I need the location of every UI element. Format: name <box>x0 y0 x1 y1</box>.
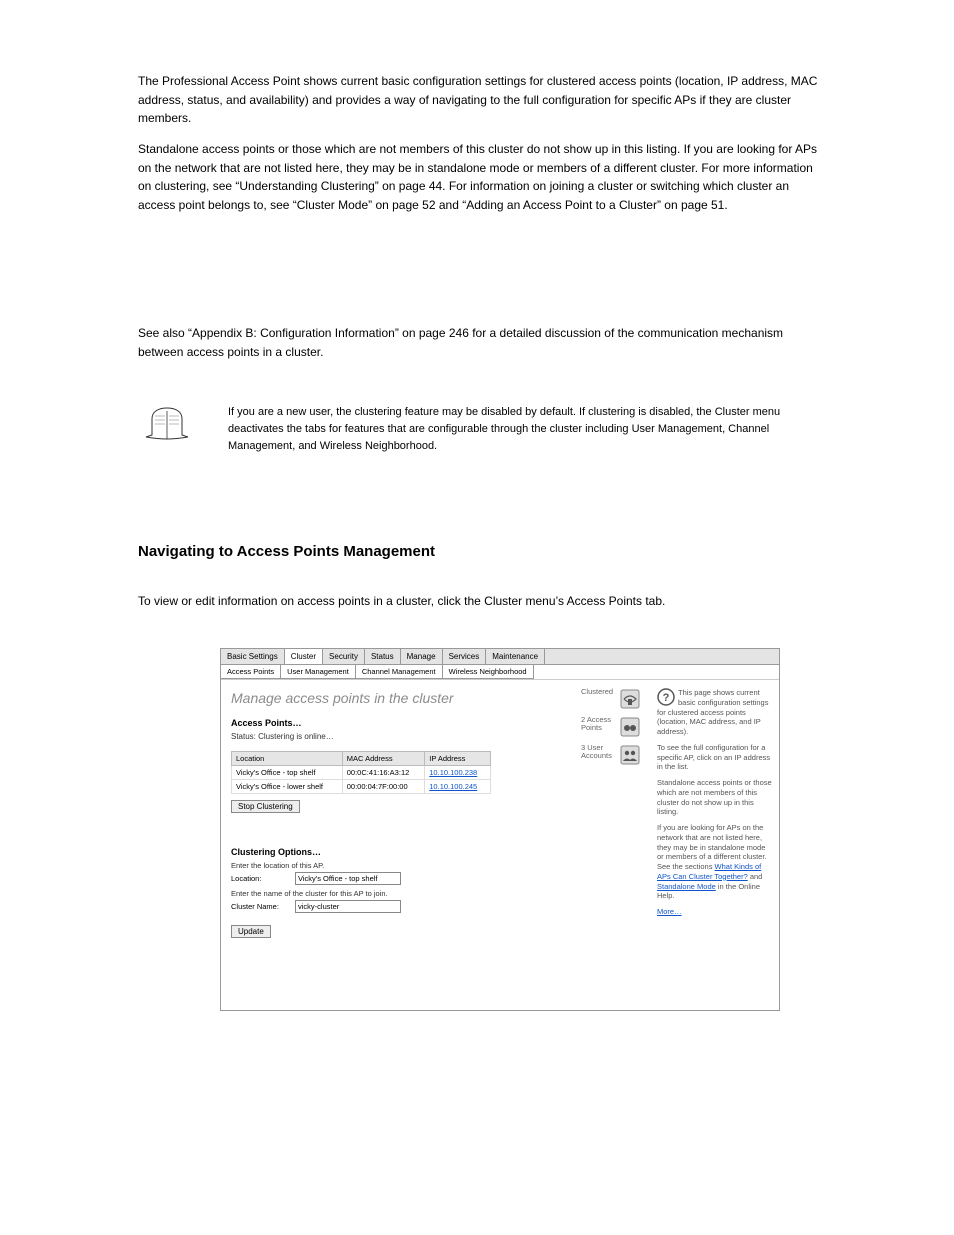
stats-sidebar: Clustered 2 Access Points 3 User Account… <box>577 680 651 1010</box>
subtab-user-management[interactable]: User Management <box>281 665 356 679</box>
clustering-status: Status: Clustering is online… <box>231 732 565 741</box>
location-desc: Enter the location of this AP. <box>231 861 565 870</box>
col-mac[interactable]: MAC Address <box>342 752 425 766</box>
help-text-4: If you are looking for APs on the networ… <box>657 823 773 901</box>
tab-status[interactable]: Status <box>365 649 401 664</box>
location-label: Location: <box>231 874 295 883</box>
stat-clustered-label: Clustered <box>581 688 615 696</box>
table-row: Vicky's Office - top shelf 00:0C:41:16:A… <box>232 766 491 780</box>
ip-link[interactable]: 10.10.100.245 <box>429 782 477 791</box>
para-ref: See also “Appendix B: Configuration Info… <box>138 324 818 361</box>
access-points-icon <box>619 716 641 738</box>
users-icon <box>619 744 641 766</box>
stat-ap-label: 2 Access Points <box>581 716 615 733</box>
cell-location: Vicky's Office - top shelf <box>232 766 343 780</box>
svg-text:?: ? <box>663 692 670 704</box>
help-icon: ? <box>657 688 675 706</box>
tab-manage[interactable]: Manage <box>401 649 443 664</box>
stop-clustering-button[interactable]: Stop Clustering <box>231 800 300 813</box>
help-link-2[interactable]: Standalone Mode <box>657 882 716 891</box>
tab-cluster[interactable]: Cluster <box>285 649 323 664</box>
help-text-2: To see the full configuration for a spec… <box>657 743 773 772</box>
more-link[interactable]: More… <box>657 907 682 916</box>
section-heading: Navigating to Access Points Management <box>138 543 435 560</box>
sub-tabs: Access Points User Management Channel Ma… <box>221 665 779 679</box>
update-button[interactable]: Update <box>231 925 271 938</box>
cell-location: Vicky's Office - lower shelf <box>232 780 343 794</box>
help-text-3: Standalone access points or those which … <box>657 778 773 817</box>
clustered-icon <box>619 688 641 710</box>
section-clustering-options: Clustering Options… <box>231 847 565 857</box>
ip-link[interactable]: 10.10.100.238 <box>429 768 477 777</box>
access-points-table: Location MAC Address IP Address Vicky's … <box>231 751 491 794</box>
subtab-access-points[interactable]: Access Points <box>221 665 281 679</box>
tab-basic-settings[interactable]: Basic Settings <box>221 649 285 664</box>
col-location[interactable]: Location <box>232 752 343 766</box>
main-tabs: Basic Settings Cluster Security Status M… <box>221 649 779 665</box>
cluster-name-desc: Enter the name of the cluster for this A… <box>231 889 565 898</box>
col-ip[interactable]: IP Address <box>425 752 491 766</box>
note-icon <box>138 405 196 444</box>
page-title: Manage access points in the cluster <box>231 690 565 706</box>
para-detail: Standalone access points or those which … <box>138 140 818 214</box>
cell-mac: 00:0C:41:16:A3:12 <box>342 766 425 780</box>
subtab-wireless-neighborhood[interactable]: Wireless Neighborhood <box>443 665 534 679</box>
tab-services[interactable]: Services <box>443 649 487 664</box>
subtab-channel-management[interactable]: Channel Management <box>356 665 443 679</box>
stat-users-label: 3 User Accounts <box>581 744 615 761</box>
help-panel: ? This page shows current basic configur… <box>651 680 779 1010</box>
cell-mac: 00:00:04:7F:00:00 <box>342 780 425 794</box>
table-row: Vicky's Office - lower shelf 00:00:04:7F… <box>232 780 491 794</box>
main-panel: Manage access points in the cluster Acce… <box>221 680 577 1010</box>
para-nav: To view or edit information on access po… <box>138 592 818 611</box>
para-intro: The Professional Access Point shows curr… <box>138 72 818 128</box>
section-access-points: Access Points… <box>231 718 565 728</box>
cluster-name-label: Cluster Name: <box>231 902 295 911</box>
tab-security[interactable]: Security <box>323 649 365 664</box>
cluster-name-input[interactable] <box>295 900 401 913</box>
location-input[interactable] <box>295 872 401 885</box>
note-text: If you are a new user, the clustering fe… <box>228 404 818 455</box>
admin-ui-screenshot: Basic Settings Cluster Security Status M… <box>220 648 780 1011</box>
tab-maintenance[interactable]: Maintenance <box>486 649 545 664</box>
